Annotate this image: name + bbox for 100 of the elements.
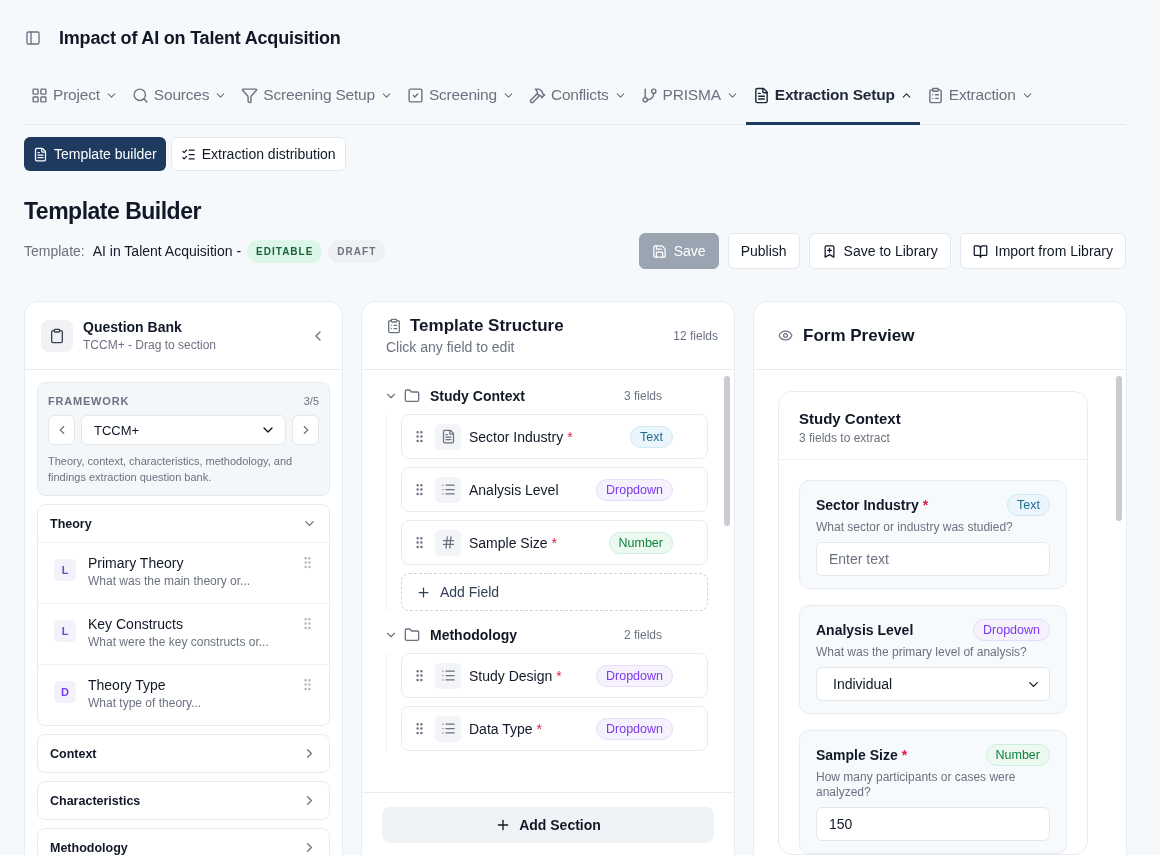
section-count: 3 fields (623, 389, 662, 403)
field-name: Sample Size * (469, 534, 559, 551)
template-name: AI in Talent Acquisition - (92, 243, 242, 259)
action-button[interactable]: Publish (727, 233, 800, 269)
add-section-button[interactable]: Add Section (382, 807, 714, 843)
framework-select[interactable]: TCCM+ (81, 415, 286, 445)
nav-tab[interactable]: Extraction Setup (745, 68, 920, 125)
nav-icon (241, 86, 259, 104)
type-letter: L (54, 620, 76, 642)
field-card[interactable]: Sector Industry * Text (401, 414, 708, 459)
nav-icon (31, 86, 48, 104)
field-count: 12 fields (673, 328, 718, 343)
panel-subtitle: Click any field to edit (386, 339, 516, 355)
nav-icon (752, 86, 770, 104)
field-name: Analysis Level (816, 622, 914, 638)
select-field[interactable]: Individual (816, 667, 1050, 701)
section-header[interactable]: Methodology 2 fields (384, 625, 708, 645)
framework-count: 3/5 (303, 395, 319, 407)
type-badge: Dropdown (596, 717, 673, 740)
nav-icon (528, 86, 546, 104)
field-question: What sector or industry was studied? (816, 520, 1014, 535)
plus-icon (416, 584, 431, 600)
field-name: Sector Industry * (816, 497, 929, 513)
question-item[interactable]: L Key Constructs What were the key constructs or... (38, 603, 329, 664)
nav-tab[interactable]: Project (24, 68, 125, 125)
status-badge: DRAFT (328, 239, 386, 263)
field-type-icon (435, 662, 461, 689)
question-title: Theory Type (88, 677, 167, 693)
template-label: Template: (24, 243, 85, 259)
category-header[interactable]: Theory (38, 505, 329, 542)
question-text: What was the main theory or... (88, 574, 252, 588)
question-title: Primary Theory (88, 555, 185, 571)
question-text: What were the key constructs or... (88, 635, 270, 649)
tab-icon (180, 146, 196, 162)
field-question: What was the primary level of analysis? (816, 645, 1028, 660)
nav-icon (131, 86, 149, 104)
add-field-button[interactable]: Add Field (401, 573, 708, 611)
field-name: Data Type * (469, 720, 543, 737)
sub-tab[interactable]: Template builder (24, 137, 166, 171)
section-count: 2 fields (623, 628, 662, 642)
action-button[interactable]: Save to Library (808, 233, 951, 269)
tab-icon (33, 146, 48, 162)
field-card[interactable]: Sample Size * Number (401, 520, 708, 565)
question-text: What type of theory... (88, 696, 203, 710)
button-icon (972, 243, 988, 259)
nav-tab[interactable]: PRISMA (633, 68, 746, 125)
folder-icon (404, 388, 420, 404)
button-icon (821, 243, 837, 259)
scrollbar[interactable] (1116, 376, 1122, 521)
input-field[interactable]: Enter text (816, 542, 1050, 576)
nav-icon (640, 86, 658, 104)
input-field[interactable]: 150 (816, 807, 1050, 841)
category-header[interactable]: Context (38, 735, 329, 772)
panel-subtitle: TCCM+ - Drag to section (83, 338, 218, 352)
type-badge: Text (1007, 494, 1050, 516)
clipboard-icon (41, 319, 73, 352)
field-card[interactable]: Study Design * Dropdown (401, 653, 708, 698)
question-item[interactable]: D Theory Type What type of theory... (38, 664, 329, 725)
sub-tab[interactable]: Extraction distribution (170, 137, 346, 171)
question-item[interactable]: L Primary Theory What was the main theory or... (38, 542, 329, 603)
nav-tab[interactable]: Extraction (919, 68, 1041, 125)
field-name: Analysis Level (469, 481, 560, 498)
panel-title: Form Preview (803, 325, 915, 346)
category-header[interactable]: Methodology (38, 829, 329, 855)
field-name: Study Design * (469, 667, 563, 684)
question-title: Key Constructs (88, 616, 184, 632)
eye-icon (778, 328, 793, 343)
field-name: Sector Industry * (469, 428, 574, 445)
field-type-icon (435, 529, 461, 556)
nav-tab[interactable]: Sources (124, 68, 235, 125)
action-button[interactable]: Import from Library (959, 233, 1126, 269)
scrollbar[interactable] (724, 376, 730, 526)
sidebar-toggle-icon[interactable] (25, 30, 41, 46)
field-type-icon (435, 476, 461, 503)
type-letter: L (54, 559, 76, 581)
field-card[interactable]: Analysis Level Dropdown (401, 467, 708, 512)
status-badge: EDITABLE (247, 239, 323, 263)
type-badge: Number (608, 531, 673, 554)
nav-icon (406, 86, 424, 104)
clipboard-icon (386, 318, 402, 334)
category-header[interactable]: Characteristics (38, 782, 329, 819)
field-type-icon (435, 423, 461, 450)
type-letter: D (54, 681, 76, 703)
field-name: Sample Size * (816, 747, 908, 763)
nav-tab[interactable]: Conflicts (521, 68, 634, 125)
nav-tab[interactable]: Screening (399, 68, 522, 125)
field-card[interactable]: Data Type * Dropdown (401, 706, 708, 751)
type-badge: Dropdown (596, 478, 673, 501)
nav-tab[interactable]: Screening Setup (234, 68, 400, 125)
framework-label: FRAMEWORK (48, 395, 130, 407)
field-type-icon (435, 715, 461, 742)
nav-icon (926, 86, 944, 104)
button-icon (651, 243, 667, 259)
page-title: Template Builder (24, 198, 202, 225)
section-header[interactable]: Study Context 3 fields (384, 386, 708, 406)
type-badge: Dropdown (973, 619, 1050, 641)
framework-description: Theory, context, characteristics, methodology, and findings extraction question bank. (48, 454, 294, 485)
section-title: Study Context (799, 410, 902, 427)
type-badge: Dropdown (596, 664, 673, 687)
project-title: Impact of AI on Talent Acquisition (59, 27, 341, 49)
